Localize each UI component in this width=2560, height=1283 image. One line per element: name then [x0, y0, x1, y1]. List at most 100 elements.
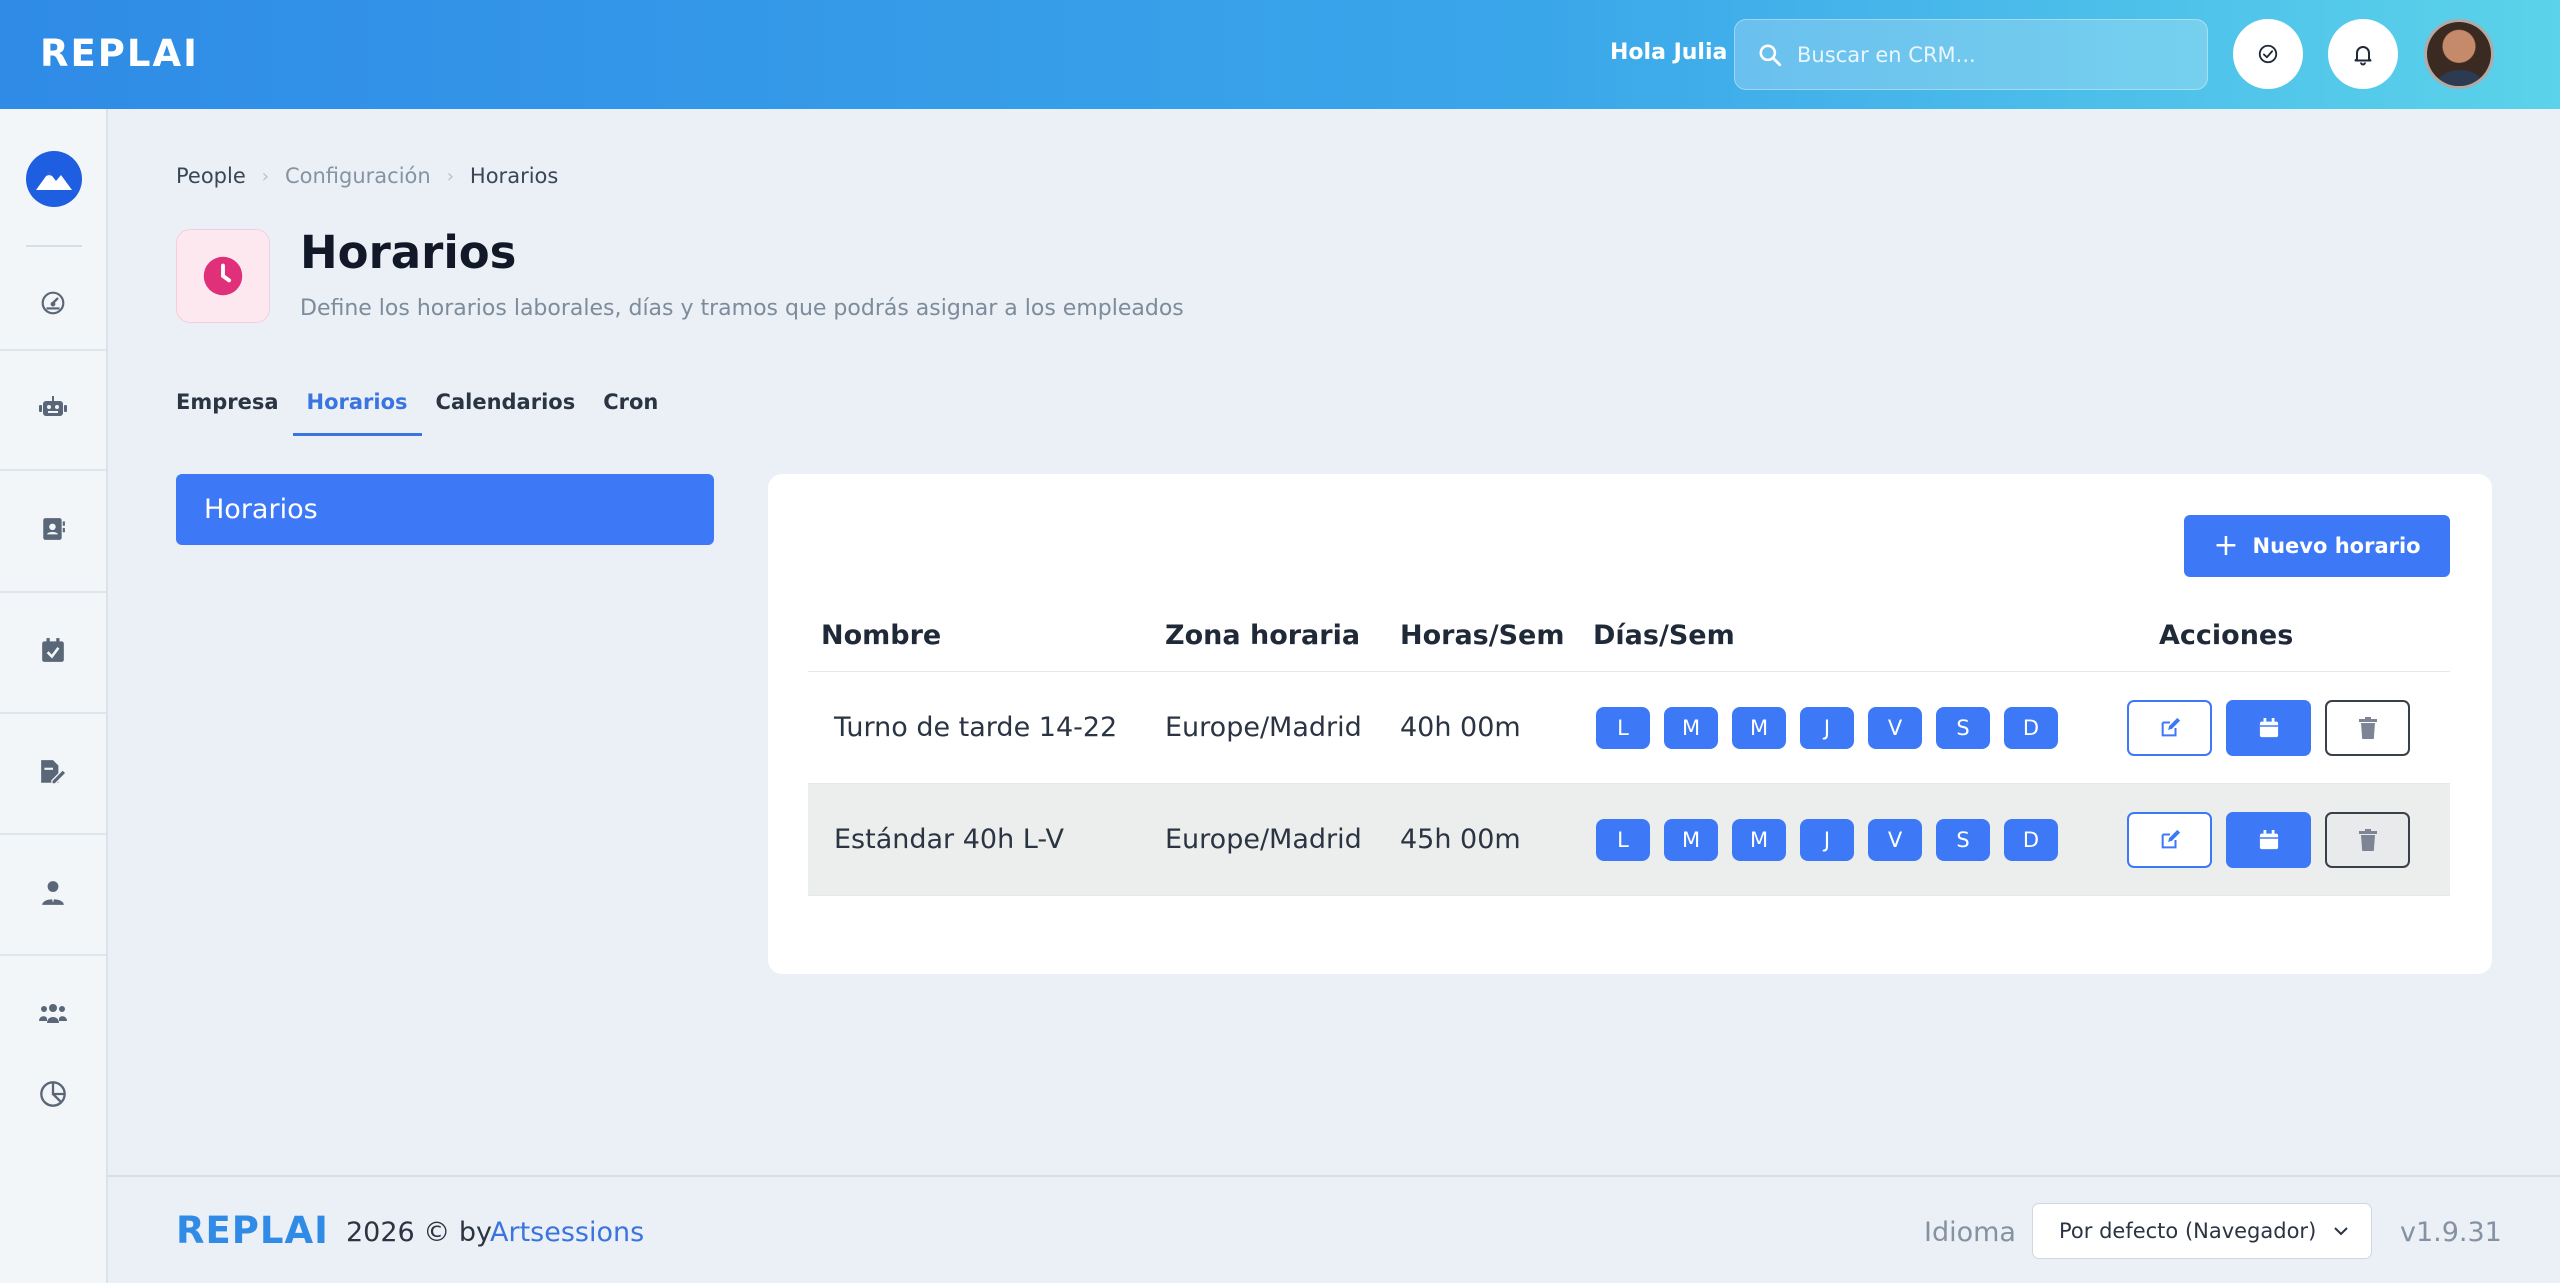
section-menu-horarios[interactable]: Horarios [176, 474, 714, 545]
search-icon [1759, 44, 1782, 67]
weekday-badge: J [1800, 707, 1854, 749]
search-box[interactable] [1734, 19, 2208, 90]
author-link[interactable]: Artsessions [490, 1217, 644, 1248]
page-icon [176, 229, 270, 323]
sidebar-item-reports[interactable] [0, 1064, 106, 1124]
weekday-badges: L M M J V S D [1596, 707, 2072, 749]
users-icon [39, 1004, 67, 1023]
table-row[interactable]: Turno de tarde 14-22 Europe/Madrid 40h 0… [808, 672, 2450, 784]
sidebar-item-documents[interactable] [0, 742, 106, 802]
tasks-button[interactable] [2233, 19, 2303, 89]
weekday-badge: M [1664, 819, 1718, 861]
page-title: Horarios [300, 226, 517, 279]
edit-icon [2161, 829, 2180, 849]
notifications-button[interactable] [2328, 19, 2398, 89]
calendar-button[interactable] [2226, 700, 2311, 756]
user-tie-icon [42, 881, 64, 905]
dashboard-icon [41, 291, 65, 315]
weekday-badge: L [1596, 819, 1650, 861]
column-header-acciones: Acciones [2159, 620, 2294, 651]
weekday-badge: J [1800, 819, 1854, 861]
chevron-right-icon: › [446, 165, 454, 187]
breadcrumb-item-people[interactable]: People [176, 164, 246, 188]
mountain-logo-icon[interactable] [26, 151, 82, 207]
sidebar [0, 109, 108, 1283]
tab-calendarios[interactable]: Calendarios [436, 390, 576, 436]
schedule-hours: 45h 00m [1400, 824, 1521, 855]
schedule-timezone: Europe/Madrid [1165, 712, 1362, 743]
robot-icon [39, 396, 67, 416]
language-select[interactable]: Por defecto (Navegador) [2032, 1203, 2372, 1259]
sidebar-item-teams[interactable] [0, 983, 106, 1043]
tab-empresa[interactable]: Empresa [176, 390, 279, 436]
column-header-dias[interactable]: Días/Sem [1593, 620, 1735, 651]
tab-bar: Empresa Horarios Calendarios Cron [176, 390, 686, 436]
weekday-badge: S [1936, 819, 1990, 861]
schedule-name: Turno de tarde 14-22 [834, 712, 1118, 743]
schedule-name: Estándar 40h L-V [834, 824, 1064, 855]
table-row[interactable]: Estándar 40h L-V Europe/Madrid 45h 00m L… [808, 784, 2450, 896]
weekday-badge: M [1664, 707, 1718, 749]
weekday-badge: V [1868, 819, 1922, 861]
breadcrumb-item-current: Horarios [469, 164, 559, 188]
weekday-badge: S [1936, 707, 1990, 749]
footer: REPLAI 2026 © by Artsessions Idioma Por … [108, 1175, 2560, 1283]
weekday-badge: M [1732, 707, 1786, 749]
plus-icon: + [2213, 528, 2239, 563]
tab-horarios[interactable]: Horarios [292, 390, 422, 436]
schedule-timezone: Europe/Madrid [1165, 824, 1362, 855]
language-select-value: Por defecto (Navegador) [2059, 1219, 2317, 1243]
bell-icon [2354, 46, 2372, 66]
trash-icon [2358, 829, 2377, 851]
weekday-badges: L M M J V S D [1596, 819, 2072, 861]
column-header-zona[interactable]: Zona horaria [1165, 620, 1360, 651]
edit-icon [2161, 717, 2180, 737]
version-label: v1.9.31 [2400, 1217, 2502, 1248]
sidebar-item-robot[interactable] [0, 377, 106, 437]
footer-logo: REPLAI [176, 1209, 329, 1252]
breadcrumb-item-configuracion[interactable]: Configuración [285, 164, 431, 188]
file-signature-icon [41, 760, 67, 785]
edit-button[interactable] [2127, 700, 2212, 756]
chevron-down-icon [2333, 1204, 2349, 1278]
sidebar-item-contacts[interactable] [0, 499, 106, 559]
breadcrumb: People › Configuración › Horarios [176, 164, 558, 188]
language-label: Idioma [1924, 1217, 2016, 1248]
sidebar-item-dashboard[interactable] [0, 273, 106, 333]
calendar-icon [2259, 718, 2278, 738]
new-schedule-button[interactable]: + Nuevo horario [2184, 515, 2450, 577]
weekday-badge: V [1868, 707, 1922, 749]
delete-button[interactable] [2325, 700, 2410, 756]
schedule-hours: 40h 00m [1400, 712, 1521, 743]
top-bar: REPLAI Hola Julia [0, 0, 2560, 109]
table-header: Nombre Zona horaria Horas/Sem Días/Sem A… [808, 620, 2450, 672]
weekday-badge: D [2004, 819, 2058, 861]
weekday-badge: D [2004, 707, 2058, 749]
new-schedule-label: Nuevo horario [2252, 534, 2421, 558]
calendar-check-icon [42, 638, 64, 662]
page-subtitle: Define los horarios laborales, días y tr… [300, 296, 1184, 321]
schedules-card: + Nuevo horario Nombre Zona horaria Hora… [768, 474, 2492, 974]
tab-cron[interactable]: Cron [603, 390, 658, 436]
calendar-button[interactable] [2226, 812, 2311, 868]
copyright-text: 2026 © by [346, 1217, 492, 1248]
avatar[interactable] [2424, 19, 2494, 89]
chevron-right-icon: › [261, 165, 269, 187]
check-circle-icon [2258, 44, 2278, 64]
sidebar-item-people[interactable] [0, 863, 106, 923]
sidebar-item-tasks[interactable] [0, 620, 106, 680]
trash-icon [2358, 717, 2377, 739]
column-header-nombre[interactable]: Nombre [821, 620, 941, 651]
greeting: Hola Julia [1610, 40, 1728, 65]
column-header-horas[interactable]: Horas/Sem [1400, 620, 1565, 651]
weekday-badge: M [1732, 819, 1786, 861]
weekday-badge: L [1596, 707, 1650, 749]
edit-button[interactable] [2127, 812, 2212, 868]
chart-pie-icon [40, 1081, 66, 1107]
delete-button[interactable] [2325, 812, 2410, 868]
contacts-icon [43, 518, 65, 540]
brand-logo[interactable]: REPLAI [40, 32, 199, 75]
clock-icon [203, 256, 243, 296]
calendar-icon [2259, 830, 2278, 850]
search-input[interactable] [1797, 20, 2197, 89]
